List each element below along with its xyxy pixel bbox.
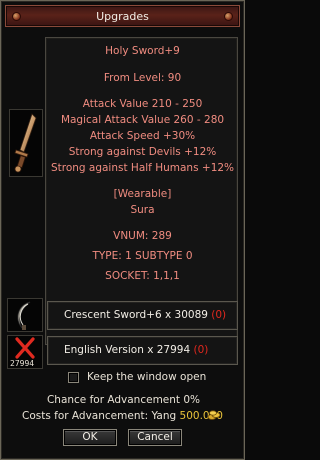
item-slot[interactable] xyxy=(9,109,43,177)
item-bonus-devils: Strong against Devils +12% xyxy=(68,146,217,158)
material-1-count: (0) xyxy=(211,309,227,321)
yang-coin-icon xyxy=(207,410,221,420)
keep-open-label: Keep the window open xyxy=(87,371,207,383)
material-slot-2[interactable]: 27994 xyxy=(7,335,43,369)
material-1-label: Crescent Sword+6 x 30089 (0) xyxy=(64,309,226,321)
material-slot-1[interactable] xyxy=(7,298,43,332)
title-ornament-right xyxy=(224,12,233,21)
title-bar[interactable]: Upgrades xyxy=(5,5,240,27)
holy-sword-icon xyxy=(14,113,37,173)
advancement-cost: Costs for Advancement: Yang 500.000 xyxy=(22,410,223,422)
material-row-2: English Version x 27994 (0) xyxy=(47,336,238,365)
item-info-panel: Holy Sword+9 From Level: 90 Attack Value… xyxy=(45,37,238,345)
ok-button[interactable]: OK xyxy=(63,429,117,446)
advancement-chance: Chance for Advancement 0% xyxy=(46,394,201,406)
window-title: Upgrades xyxy=(96,10,149,23)
item-attack-speed: Attack Speed +30% xyxy=(89,130,196,142)
item-attack-value: Attack Value 210 - 250 xyxy=(82,98,203,110)
item-level: From Level: 90 xyxy=(103,72,182,84)
cost-label: Costs for Advancement: Yang xyxy=(22,410,180,422)
item-bonus-humans: Strong against Half Humans +12% xyxy=(50,162,235,174)
material-row-1: Crescent Sword+6 x 30089 (0) xyxy=(47,301,238,330)
material-2-count: (0) xyxy=(193,344,209,356)
material-2-label: English Version x 27994 (0) xyxy=(64,344,208,356)
item-type: TYPE: 1 SUBTYPE 0 xyxy=(92,250,193,262)
material-2-name: English Version x 27994 xyxy=(64,344,191,356)
item-vnum: VNUM: 289 xyxy=(113,230,172,242)
material-1-name: Crescent Sword+6 x 30089 xyxy=(64,309,208,321)
item-class: Sura xyxy=(130,204,155,216)
upgrade-window: Upgrades Holy Sword+9 From Level: 90 Att… xyxy=(0,0,245,460)
cancel-button[interactable]: Cancel xyxy=(128,429,182,446)
item-wearable: [Wearable] xyxy=(113,188,172,200)
crescent-sword-icon xyxy=(17,301,31,330)
material-2-icon-number: 27994 xyxy=(10,359,35,368)
item-socket: SOCKET: 1,1,1 xyxy=(105,270,180,282)
item-name: Holy Sword+9 xyxy=(105,45,180,57)
keep-open-checkbox[interactable] xyxy=(68,372,79,383)
item-magic-attack: Magical Attack Value 260 - 280 xyxy=(60,114,225,126)
